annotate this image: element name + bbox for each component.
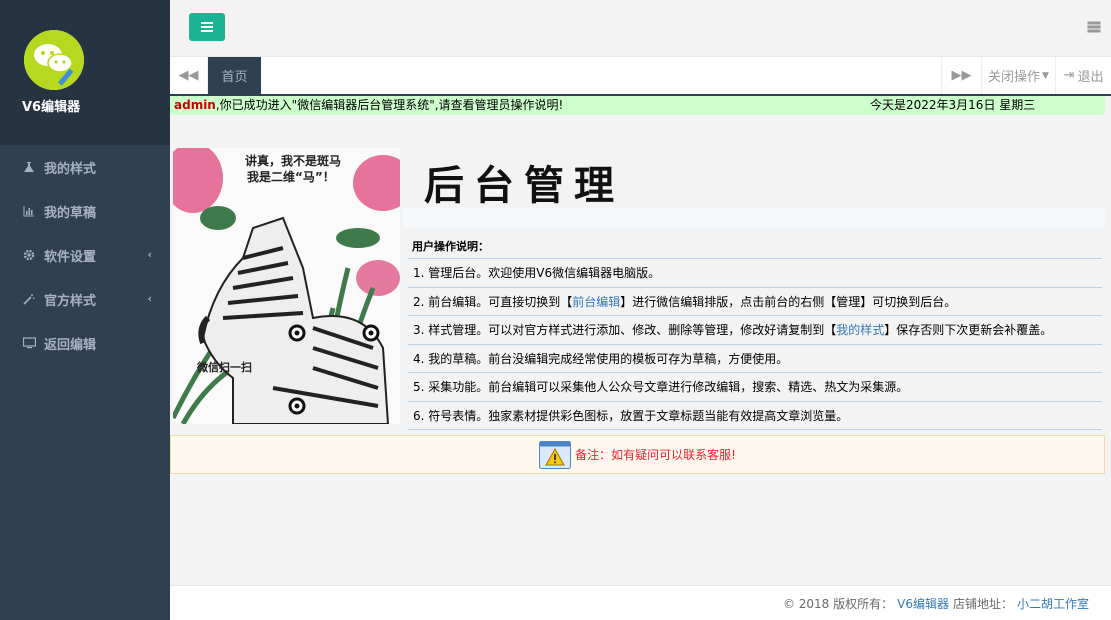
- shop-link[interactable]: 小二胡工作室: [1017, 595, 1089, 612]
- note-box: 备注：如有疑问可以联系客服!: [170, 435, 1105, 474]
- guide-text: 5. 采集功能。前台编辑可以采集他人公众号文章进行修改编辑，搜索、精选、热文为采…: [413, 380, 909, 394]
- my-styles-link[interactable]: 我的样式: [836, 323, 884, 337]
- poster-line-2: 我是二维“马”！: [247, 170, 335, 184]
- sidebar-nav: 我的样式 我的草稿 软件设置 ‹ 官方样式 ‹ 返回编辑: [0, 145, 170, 365]
- frontend-edit-link[interactable]: 前台编辑: [572, 295, 620, 309]
- welcome-user: admin: [174, 98, 216, 112]
- shop-label: 店铺地址：: [952, 596, 1013, 611]
- current-date: 今天是2022年3月16日 星期三: [870, 98, 1036, 112]
- guide-text: 6. 符号表情。独家素材提供彩色图标，放置于文章标题当能有效提高文章浏览量。: [413, 408, 849, 423]
- logout-button[interactable]: ⇥ 退出: [1055, 57, 1111, 94]
- sign-out-icon: ⇥: [1063, 68, 1075, 83]
- sidebar-item-settings[interactable]: 软件设置 ‹: [0, 233, 170, 277]
- menu-toggle-button[interactable]: [189, 13, 225, 41]
- footer: © 2018 版权所有： V6编辑器 店铺地址： 小二胡工作室: [170, 585, 1111, 620]
- magic-wand-icon: [22, 292, 36, 306]
- bar-chart-icon: [22, 204, 36, 218]
- hamburger-icon: [201, 26, 213, 28]
- guide-text: 】保存否则下次更新会补覆盖。: [884, 323, 1053, 337]
- guide-text: 1. 管理后台。欢迎使用V6微信编辑器电脑版。: [413, 266, 661, 280]
- gear-icon: [22, 248, 36, 262]
- guide-row: 6. 符号表情。独家素材提供彩色图标，放置于文章标题当能有效提高文章浏览量。: [408, 402, 1102, 430]
- caret-down-icon: ▼: [1042, 70, 1049, 81]
- guide-row: 2. 前台编辑。可直接切换到【前台编辑】进行微信编辑排版，点击前台的右侧【管理】…: [408, 288, 1102, 316]
- guide-row: 3. 样式管理。可以对官方样式进行添加、修改、删除等管理，修改好请复制到【我的样…: [408, 316, 1102, 345]
- qr-poster-image: 讲真，我不是斑马 我是二维“马”！ 微信扫一扫: [173, 148, 400, 424]
- title-divider: [403, 208, 1105, 228]
- chevron-left-icon: ‹: [147, 248, 152, 261]
- forward-icon: ▶▶: [951, 68, 972, 83]
- brand-link[interactable]: V6编辑器: [897, 595, 949, 612]
- sidebar-item-label: 官方样式: [44, 293, 97, 309]
- logo: [24, 30, 84, 90]
- welcome-message: ,你已成功进入"微信编辑器后台管理系统",请查看管理员操作说明!: [215, 98, 564, 112]
- sidebar-item-label: 我的草稿: [44, 205, 97, 221]
- main-content: 讲真，我不是斑马 我是二维“马”！ 微信扫一扫 后台管理 用户操作说明： 1. …: [170, 115, 1111, 585]
- guide-row: 4. 我的草稿。前台没编辑完成经常使用的模板可存为草稿，方便使用。: [408, 345, 1102, 373]
- sidebar: V6编辑器 我的样式 我的草稿 软件设置 ‹ 官方样式 ‹ 返回编辑: [0, 0, 170, 620]
- tab-bar: ◀◀ 首页 ▶▶ 关闭操作 ▼ ⇥ 退出: [170, 57, 1111, 96]
- server-icon[interactable]: [1087, 21, 1101, 33]
- guide-text: 3. 样式管理。可以对官方样式进行添加、修改、删除等管理，修改好请复制到【: [413, 323, 837, 337]
- poster-line-1: 讲真，我不是斑马: [245, 154, 342, 168]
- guide-header: 用户操作说明：: [408, 233, 1102, 259]
- logout-label: 退出: [1077, 70, 1104, 85]
- close-operations-dropdown[interactable]: 关闭操作 ▼: [981, 57, 1055, 94]
- sidebar-item-label: 我的样式: [44, 161, 97, 177]
- note-text: 备注：如有疑问可以联系客服!: [575, 448, 736, 462]
- top-bar: [170, 0, 1111, 57]
- flask-icon: [22, 160, 36, 174]
- tab-home[interactable]: 首页: [208, 57, 261, 94]
- poster-caption: 微信扫一扫: [197, 361, 252, 374]
- chevron-left-icon: ‹: [147, 292, 152, 305]
- backward-icon: ◀◀: [178, 68, 199, 83]
- guide-text: 2. 前台编辑。可直接切换到【: [413, 294, 573, 309]
- tab-scroll-right-button[interactable]: ▶▶: [941, 57, 981, 94]
- guide-text: 】进行微信编辑排版，点击前台的右侧【管理】可切换到后台。: [620, 294, 957, 309]
- guide-row: 5. 采集功能。前台编辑可以采集他人公众号文章进行修改编辑，搜索、精选、热文为采…: [408, 373, 1102, 402]
- guide-row: 1. 管理后台。欢迎使用V6微信编辑器电脑版。: [408, 259, 1102, 288]
- monitor-icon: [22, 336, 36, 350]
- close-operations-label: 关闭操作: [988, 70, 1041, 85]
- user-guide: 用户操作说明： 1. 管理后台。欢迎使用V6微信编辑器电脑版。 2. 前台编辑。…: [408, 233, 1102, 430]
- sidebar-item-my-drafts[interactable]: 我的草稿: [0, 189, 170, 233]
- warning-icon: [539, 440, 572, 469]
- page-title: 后台管理: [424, 162, 624, 209]
- brand-name: V6编辑器: [22, 100, 81, 115]
- tab-scroll-left-button[interactable]: ◀◀: [170, 57, 208, 94]
- sidebar-item-label: 返回编辑: [44, 337, 97, 353]
- copyright-text: © 2018 版权所有：: [782, 596, 894, 611]
- sidebar-item-back-edit[interactable]: 返回编辑: [0, 321, 170, 365]
- sidebar-item-official-styles[interactable]: 官方样式 ‹: [0, 277, 170, 321]
- welcome-bar: admin,你已成功进入"微信编辑器后台管理系统",请查看管理员操作说明! 今天…: [170, 96, 1105, 115]
- sidebar-item-label: 软件设置: [44, 249, 97, 265]
- sidebar-item-my-styles[interactable]: 我的样式: [0, 145, 170, 189]
- guide-text: 4. 我的草稿。前台没编辑完成经常使用的模板可存为草稿，方便使用。: [413, 351, 789, 366]
- sidebar-header: V6编辑器: [0, 0, 170, 145]
